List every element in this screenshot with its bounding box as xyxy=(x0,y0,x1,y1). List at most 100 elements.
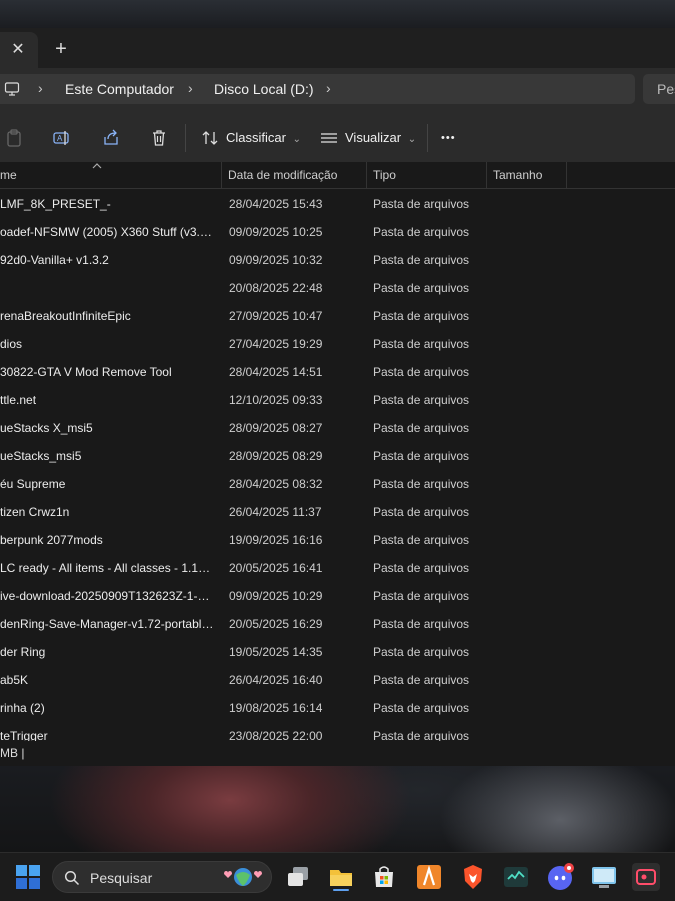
view-icon xyxy=(321,133,337,143)
file-row[interactable]: rinha (2) 19/08/2025 16:14 Pasta de arquiv… xyxy=(0,694,675,722)
search-highlight-icon xyxy=(224,868,262,886)
delete-icon[interactable] xyxy=(149,128,169,148)
taskbar-search[interactable]: Pesquisar xyxy=(52,861,272,893)
file-name: ueStacks_msi5 xyxy=(0,449,82,463)
file-type: Pasta de arquivos xyxy=(373,561,470,575)
command-bar: A Classificar ⌄ Visualizar ⌄ ••• xyxy=(0,114,675,163)
file-row[interactable]: dios 27/04/2025 19:29 Pasta de arquivos xyxy=(0,330,675,358)
file-row[interactable]: 92d0-Vanilla+ v1.3.2 09/09/2025 10:32 Past… xyxy=(0,246,675,274)
file-date: 20/08/2025 22:48 xyxy=(229,281,323,295)
view-button[interactable]: Visualizar ⌄ xyxy=(345,126,416,150)
file-name: éu Supreme xyxy=(0,477,66,491)
status-bar: MB | xyxy=(0,741,675,766)
file-row[interactable]: berpunk 2077mods 19/09/2025 16:16 Pasta de… xyxy=(0,526,675,554)
close-tab-button[interactable]: ✕ xyxy=(6,40,30,60)
toolbar-divider xyxy=(185,124,186,152)
new-tab-button[interactable]: + xyxy=(48,38,74,62)
file-row[interactable]: LMF_8K_PRESET_- 28/04/2025 15:43 Pasta de … xyxy=(0,190,675,218)
microsoft-store-icon[interactable] xyxy=(370,863,398,891)
toolbar-divider xyxy=(427,124,428,152)
screen-app-icon[interactable] xyxy=(590,863,618,891)
file-row[interactable]: ueStacks_msi5 28/09/2025 08:29 Pasta de ar… xyxy=(0,442,675,470)
address-bar-row: › Este Computador › Disco Local (D:) › P… xyxy=(0,68,675,114)
column-header-name[interactable]: me xyxy=(0,162,222,188)
breadcrumb-separator[interactable]: › xyxy=(188,80,193,96)
file-date: 28/04/2025 14:51 xyxy=(229,365,323,379)
file-list: LMF_8K_PRESET_- 28/04/2025 15:43 Pasta de … xyxy=(0,190,675,741)
file-row[interactable]: der Ring 19/05/2025 14:35 Pasta de arquivo… xyxy=(0,638,675,666)
search-icon xyxy=(64,870,80,886)
file-type: Pasta de arquivos xyxy=(373,309,470,323)
paste-icon[interactable] xyxy=(4,128,24,148)
column-header-date[interactable]: Data de modificação xyxy=(222,162,367,188)
screen-recorder-icon[interactable] xyxy=(632,863,660,891)
file-type: Pasta de arquivos xyxy=(373,533,470,547)
address-bar[interactable]: › Este Computador › Disco Local (D:) › xyxy=(0,74,635,104)
file-row[interactable]: teTrigger 23/08/2025 22:00 Pasta de arquiv… xyxy=(0,722,675,741)
file-date: 26/04/2025 11:37 xyxy=(229,505,322,519)
file-date: 20/05/2025 16:41 xyxy=(229,561,323,575)
column-header-type[interactable]: Tipo xyxy=(367,162,487,188)
file-name: ueStacks X_msi5 xyxy=(0,421,93,435)
file-name: LMF_8K_PRESET_- xyxy=(0,197,111,211)
rename-icon[interactable]: A xyxy=(52,128,72,148)
task-view-icon[interactable] xyxy=(284,863,312,891)
sort-button[interactable]: Classificar ⌄ xyxy=(226,126,301,150)
file-row[interactable]: 20/08/2025 22:48 Pasta de arquivos xyxy=(0,274,675,302)
file-explorer-window: ✕ + › Este Computador › Disco Local (D:)… xyxy=(0,28,675,766)
file-type: Pasta de arquivos xyxy=(373,253,470,267)
more-options-button[interactable]: ••• xyxy=(441,126,456,150)
chevron-down-icon: ⌄ xyxy=(292,134,301,145)
breadcrumb-separator[interactable]: › xyxy=(326,80,331,96)
file-name: dios xyxy=(0,337,23,351)
file-type: Pasta de arquivos xyxy=(373,449,470,463)
file-row[interactable]: oadef-NFSMW (2005) X360 Stuff (v3.2 B...… xyxy=(0,218,675,246)
breadcrumb-este-computador[interactable]: Este Computador xyxy=(65,81,174,97)
file-type: Pasta de arquivos xyxy=(373,701,470,715)
file-type: Pasta de arquivos xyxy=(373,505,470,519)
explorer-tab[interactable]: ✕ xyxy=(0,32,38,68)
file-name: ttle.net xyxy=(0,393,37,407)
file-row[interactable]: renaBreakoutInfiniteEpic 27/09/2025 10:47… xyxy=(0,302,675,330)
breadcrumb-separator[interactable]: › xyxy=(38,80,43,96)
column-header-size[interactable]: Tamanho xyxy=(487,162,567,188)
file-name: LC ready - All items - All classes - 1.1… xyxy=(0,561,216,575)
brave-browser-icon[interactable] xyxy=(459,863,487,891)
file-row[interactable]: éu Supreme 28/04/2025 08:32 Pasta de arqui… xyxy=(0,470,675,498)
file-date: 12/10/2025 09:33 xyxy=(229,393,323,407)
file-name: denRing-Save-Manager-v1.72-portable... xyxy=(0,617,216,631)
file-type: Pasta de arquivos xyxy=(373,421,470,435)
file-row[interactable]: ab5K 26/04/2025 16:40 Pasta de arquivos xyxy=(0,666,675,694)
file-date: 28/09/2025 08:27 xyxy=(229,421,323,435)
file-type: Pasta de arquivos xyxy=(373,281,470,295)
search-box[interactable]: Pes xyxy=(643,74,675,104)
file-date: 28/04/2025 08:32 xyxy=(229,477,323,491)
file-name: oadef-NFSMW (2005) X360 Stuff (v3.2 B... xyxy=(0,225,216,239)
file-type: Pasta de arquivos xyxy=(373,617,470,631)
file-row[interactable]: ttle.net 12/10/2025 09:33 Pasta de arquivo… xyxy=(0,386,675,414)
breadcrumb-disco-local[interactable]: Disco Local (D:) xyxy=(214,81,314,97)
file-name xyxy=(0,274,216,302)
file-name: berpunk 2077mods xyxy=(0,533,103,547)
file-explorer-icon[interactable] xyxy=(327,863,355,891)
desktop-top-strip xyxy=(0,0,675,28)
sort-label: Classificar xyxy=(226,130,286,145)
file-date: 23/08/2025 22:00 xyxy=(229,729,323,741)
file-row[interactable]: denRing-Save-Manager-v1.72-portable... 20… xyxy=(0,610,675,638)
file-row[interactable]: ive-download-20250909T132623Z-1-001 09/09… xyxy=(0,582,675,610)
discord-icon[interactable] xyxy=(546,863,574,891)
file-type: Pasta de arquivos xyxy=(373,645,470,659)
orange-app-icon[interactable] xyxy=(415,863,443,891)
file-type: Pasta de arquivos xyxy=(373,393,470,407)
file-row[interactable]: LC ready - All items - All classes - 1.1… xyxy=(0,554,675,582)
terminal-app-icon[interactable] xyxy=(502,863,530,891)
share-icon[interactable] xyxy=(101,128,121,148)
file-name: ive-download-20250909T132623Z-1-001 xyxy=(0,589,216,603)
file-row[interactable]: tizen Crwz1n 26/04/2025 11:37 Pasta de arq… xyxy=(0,498,675,526)
file-row[interactable]: 30822-GTA V Mod Remove Tool 28/04/2025 14… xyxy=(0,358,675,386)
windows-start-icon[interactable] xyxy=(14,863,42,891)
taskbar-search-label: Pesquisar xyxy=(90,870,153,886)
file-row[interactable]: ueStacks X_msi5 28/09/2025 08:27 Pasta de … xyxy=(0,414,675,442)
search-placeholder: Pes xyxy=(657,81,675,97)
file-name: tizen Crwz1n xyxy=(0,505,70,519)
